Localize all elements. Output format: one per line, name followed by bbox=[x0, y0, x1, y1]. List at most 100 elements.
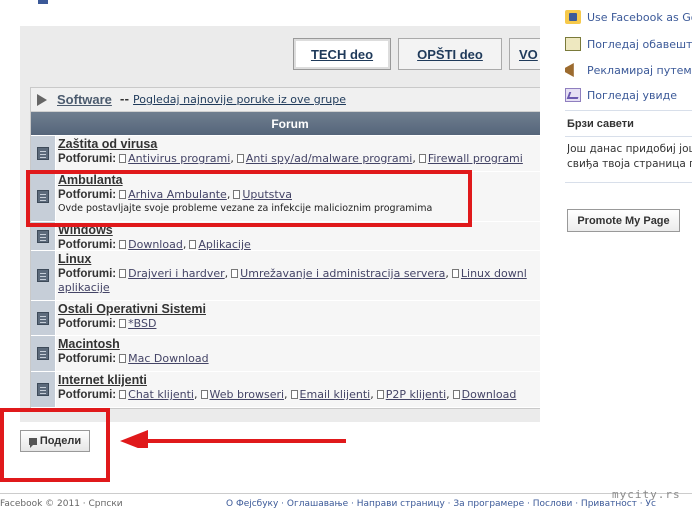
quick-tips-line: Још данас придобиј још с bbox=[567, 143, 692, 155]
forum-folder-icon bbox=[37, 269, 49, 282]
advertise-label: Рекламирај путем ог bbox=[587, 63, 692, 77]
footer-divider bbox=[0, 493, 692, 494]
document-icon bbox=[119, 390, 127, 399]
document-icon bbox=[418, 154, 426, 163]
forum-icon-cell bbox=[31, 136, 56, 171]
group-row-software: Software -- Pogledaj najnovije poruke iz… bbox=[31, 88, 540, 112]
view-insights-link[interactable]: Погледај увиде bbox=[565, 86, 677, 104]
group-title[interactable]: Software bbox=[57, 92, 112, 107]
subforum-label: Potforumi: bbox=[58, 389, 117, 401]
notice-board-icon bbox=[565, 37, 581, 51]
forum-body: Linux Potforumi: Drajveri i hardver, Umreža… bbox=[56, 251, 540, 300]
document-icon bbox=[119, 319, 127, 328]
subforum-link[interactable]: Aplikacije bbox=[198, 238, 250, 250]
tab-opsti[interactable]: OPŠTI deo bbox=[398, 38, 502, 70]
promote-my-page-button[interactable]: Promote My Page bbox=[567, 209, 680, 232]
subforum-label: Potforumi: bbox=[58, 318, 117, 330]
subforum-label: Potforumi: bbox=[58, 353, 117, 365]
forum-body: Internet klijenti Potforumi: Chat klijenti… bbox=[56, 372, 540, 407]
subforum-link[interactable]: Download bbox=[128, 238, 183, 250]
forum-list: Software -- Pogledaj najnovije poruke iz… bbox=[30, 87, 540, 409]
subforum-line: Potforumi: Download, Aplikacije bbox=[58, 238, 251, 250]
quick-tips-text: Још данас придобиј још с свиђа твоја стр… bbox=[567, 142, 692, 172]
forum-body: Zaštita od virusa Potforumi: Antivirus pro… bbox=[56, 136, 540, 171]
subforum-link[interactable]: Web browseri bbox=[210, 388, 285, 401]
document-icon bbox=[236, 154, 244, 163]
forum-folder-icon bbox=[37, 147, 49, 160]
subforum-line: Potforumi: Chat klijenti, Web browseri, Ema… bbox=[58, 388, 517, 401]
forum-title-link[interactable]: Zaštita od virusa bbox=[58, 137, 540, 152]
sidebar-divider bbox=[565, 136, 692, 137]
quick-tips-title: Брзи савети bbox=[567, 118, 634, 130]
advertise-link[interactable]: Рекламирај путем ог bbox=[565, 61, 692, 79]
section-tabs: TECH deo OPŠTI deo VO bbox=[20, 36, 540, 72]
subforum-line: Potforumi: Antivirus programi, Anti spy/ad… bbox=[58, 152, 523, 165]
forum-icon-cell bbox=[31, 372, 56, 407]
document-icon bbox=[119, 240, 127, 249]
subforum-label: Potforumi: bbox=[58, 239, 117, 250]
forum-title-link[interactable]: Macintosh bbox=[58, 337, 540, 352]
forum-description[interactable]: aplikacije bbox=[58, 281, 540, 294]
subforum-link[interactable]: Linux downl bbox=[461, 267, 527, 280]
document-icon bbox=[119, 354, 127, 363]
subforum-line: Potforumi: Mac Download bbox=[58, 352, 540, 366]
forum-folder-icon bbox=[37, 229, 49, 243]
forum-body: Macintosh Potforumi: Mac Download bbox=[56, 336, 540, 371]
megaphone-icon bbox=[565, 63, 574, 77]
subforum-link[interactable]: *BSD bbox=[128, 317, 156, 330]
red-arrow-icon bbox=[120, 430, 346, 448]
subforum-link[interactable]: Antivirus programi bbox=[128, 152, 230, 165]
sidebar-divider bbox=[565, 182, 692, 183]
tab-vo[interactable]: VO bbox=[509, 38, 540, 70]
use-facebook-as-label: Use Facebook as Gora bbox=[587, 10, 692, 24]
document-icon bbox=[451, 269, 459, 278]
forum-title-link[interactable]: Linux bbox=[58, 252, 540, 267]
footer-copyright: Facebook © 2011 · Српски bbox=[0, 499, 123, 509]
forum-row: Internet klijenti Potforumi: Chat klijenti… bbox=[31, 372, 540, 408]
sidebar-divider bbox=[565, 110, 692, 111]
forum-folder-icon bbox=[37, 347, 49, 360]
forum-folder-icon bbox=[37, 383, 49, 396]
subforum-link[interactable]: Umrežavanje i administracija servera bbox=[240, 267, 445, 280]
highlight-box-share bbox=[0, 408, 110, 482]
use-facebook-as-link[interactable]: Use Facebook as Gora bbox=[565, 8, 692, 26]
subforum-line: Potforumi: Drajveri i hardver, Umrežavanje… bbox=[58, 267, 527, 280]
document-icon bbox=[189, 240, 197, 249]
highlight-box-ambulanta bbox=[26, 170, 472, 227]
subforum-link[interactable]: Anti spy/ad/malware programi bbox=[246, 152, 413, 165]
insights-chart-icon bbox=[565, 88, 581, 102]
forum-column-header: Forum bbox=[31, 112, 540, 136]
document-icon bbox=[376, 390, 384, 399]
forum-row: Ostali Operativni Sistemi Potforumi: *BSD bbox=[31, 301, 540, 336]
document-icon bbox=[200, 390, 208, 399]
subforum-link[interactable]: Drajveri i hardver bbox=[128, 267, 225, 280]
document-icon bbox=[452, 390, 460, 399]
document-icon bbox=[119, 154, 127, 163]
subforum-link[interactable]: P2P klijenti bbox=[386, 388, 446, 401]
forum-row: Zaštita od virusa Potforumi: Antivirus pro… bbox=[31, 136, 540, 172]
quick-tips-line: свиђа твоја страница пр bbox=[567, 158, 692, 170]
document-icon bbox=[119, 269, 127, 278]
forum-row: Linux Potforumi: Drajveri i hardver, Umreža… bbox=[31, 251, 540, 301]
latest-posts-link[interactable]: Pogledaj najnovije poruke iz ove grupe bbox=[133, 93, 346, 106]
subforum-label: Potforumi: bbox=[58, 268, 117, 280]
subforum-link[interactable]: Mac Download bbox=[128, 352, 208, 365]
subforum-link[interactable]: Chat klijenti bbox=[128, 388, 194, 401]
view-insights-label: Погледај увиде bbox=[587, 88, 677, 102]
document-icon bbox=[290, 390, 298, 399]
forum-title-link[interactable]: Internet klijenti bbox=[58, 373, 540, 388]
right-sidebar: Use Facebook as Gora Погледај обавештењ … bbox=[565, 0, 692, 509]
forum-icon-cell bbox=[31, 336, 56, 371]
arrow-right-icon bbox=[35, 93, 49, 107]
tab-tech[interactable]: TECH deo bbox=[293, 38, 391, 70]
view-notifications-link[interactable]: Погледај обавештењ bbox=[565, 35, 692, 53]
subforum-link[interactable]: Firewall programi bbox=[428, 152, 523, 165]
forum-folder-icon bbox=[37, 311, 49, 325]
facebook-page-icon bbox=[565, 10, 581, 24]
watermark: mycity.rs bbox=[612, 488, 681, 501]
subforum-link[interactable]: Email klijenti bbox=[300, 388, 371, 401]
forum-title-link[interactable]: Ostali Operativni Sistemi bbox=[58, 302, 540, 317]
view-notifications-label: Погледај обавештењ bbox=[587, 37, 692, 51]
subforum-link[interactable]: Download bbox=[462, 388, 517, 401]
subforum-line: Potforumi: *BSD bbox=[58, 317, 540, 331]
